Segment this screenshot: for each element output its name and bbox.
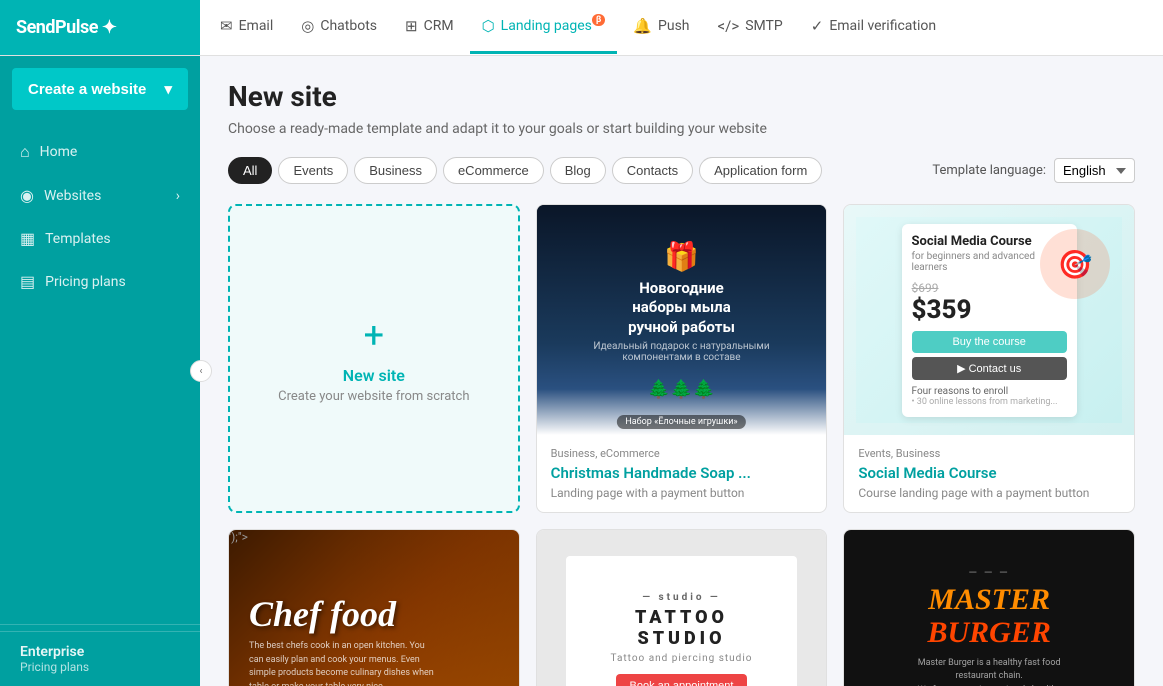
template-thumbnail-social: 🎯 Social Media Course for beginners and … (844, 205, 1134, 435)
template-name-christmas: Christmas Handmade Soap ... (551, 464, 813, 482)
nav-item-crm[interactable]: ⊞ CRM (393, 1, 466, 54)
email-nav-icon: ✉ (220, 17, 233, 35)
template-desc-social: Course landing page with a payment butto… (858, 486, 1120, 500)
top-nav: SendPulse ✦ ✉ Email ◎ Chatbots ⊞ CRM ⬡ L… (0, 0, 1163, 56)
sidebar-item-pricing[interactable]: ▤ Pricing plans (0, 260, 200, 303)
new-site-subtitle: Create your website from scratch (278, 389, 469, 404)
template-desc-christmas: Landing page with a payment button (551, 486, 813, 500)
template-card-chef-food[interactable]: ');"> Chef food The best chefs cook in a… (228, 529, 520, 686)
template-language-label: Template language: (932, 163, 1046, 178)
page-title: New site (228, 80, 1135, 113)
pricing-icon: ▤ (20, 272, 35, 291)
template-card-tattoo[interactable]: — studio — TATTOO STUDIO Tattoo and pier… (536, 529, 828, 686)
template-language-selector: Template language: English Russian Spani… (932, 158, 1135, 183)
new-site-title: New site (343, 366, 405, 385)
template-card-burger[interactable]: — — — MasterBURGER Master Burger is a he… (843, 529, 1135, 686)
template-card-christmas-soap[interactable]: 🎁 Новогодниенаборы мыларучной работы Иде… (536, 204, 828, 513)
nav-item-email[interactable]: ✉ Email (208, 1, 285, 54)
chevron-right-icon: › (176, 188, 180, 204)
nav-item-landing-pages[interactable]: ⬡ Landing pages β (470, 1, 618, 54)
nav-item-smtp[interactable]: </> SMTP (706, 1, 795, 54)
create-website-button[interactable]: Create a website ▾ (12, 68, 188, 110)
filter-ecommerce[interactable]: eCommerce (443, 157, 544, 184)
language-select[interactable]: English Russian Spanish French German (1054, 158, 1135, 183)
logo-text: SendPulse ✦ (16, 17, 117, 38)
filter-events[interactable]: Events (278, 157, 348, 184)
smtp-nav-icon: </> (718, 17, 740, 35)
main-layout: Create a website ▾ ⌂ Home ◉ Websites › ▦… (0, 56, 1163, 686)
plus-icon: + (364, 314, 384, 356)
templates-icon: ▦ (20, 229, 35, 248)
beta-badge: β (592, 14, 605, 26)
home-icon: ⌂ (20, 142, 30, 162)
sidebar-nav: ⌂ Home ◉ Websites › ▦ Templates ▤ Pricin… (0, 122, 200, 624)
nav-menu: ✉ Email ◎ Chatbots ⊞ CRM ⬡ Landing pages… (208, 1, 948, 54)
sidebar-item-websites[interactable]: ◉ Websites › (0, 174, 200, 217)
template-tags-christmas: Business, eCommerce (551, 447, 813, 460)
template-thumbnail-burger: — — — MasterBURGER Master Burger is a he… (844, 530, 1134, 686)
email-verification-nav-icon: ✓ (811, 17, 824, 35)
filter-tags: All Events Business eCommerce Blog Conta… (228, 157, 822, 184)
landing-nav-icon: ⬡ (482, 17, 495, 35)
filter-blog[interactable]: Blog (550, 157, 606, 184)
filter-application-form[interactable]: Application form (699, 157, 822, 184)
chatbots-nav-icon: ◎ (301, 17, 314, 35)
template-thumbnail-christmas: 🎁 Новогодниенаборы мыларучной работы Иде… (537, 205, 827, 435)
nav-item-email-verification[interactable]: ✓ Email verification (799, 1, 948, 54)
template-thumbnail-tattoo: — studio — TATTOO STUDIO Tattoo and pier… (537, 530, 827, 686)
push-nav-icon: 🔔 (633, 17, 652, 35)
websites-icon: ◉ (20, 186, 34, 205)
page-subtitle: Choose a ready-made template and adapt i… (228, 121, 1135, 137)
template-card-social-media[interactable]: 🎯 Social Media Course for beginners and … (843, 204, 1135, 513)
new-site-card[interactable]: + New site Create your website from scra… (228, 204, 520, 513)
templates-grid: + New site Create your website from scra… (228, 204, 1135, 686)
content-area: New site Choose a ready-made template an… (200, 56, 1163, 686)
sidebar-bottom: Enterprise Pricing plans (0, 631, 200, 686)
crm-nav-icon: ⊞ (405, 17, 418, 35)
template-info-christmas: Business, eCommerce Christmas Handmade S… (537, 435, 827, 512)
template-name-social: Social Media Course (858, 464, 1120, 482)
filter-contacts[interactable]: Contacts (612, 157, 693, 184)
sidebar: Create a website ▾ ⌂ Home ◉ Websites › ▦… (0, 56, 200, 686)
filter-business[interactable]: Business (354, 157, 437, 184)
filter-bar: All Events Business eCommerce Blog Conta… (228, 157, 1135, 184)
nav-item-chatbots[interactable]: ◎ Chatbots (289, 1, 389, 54)
template-thumbnail-chef: ');"> Chef food The best chefs cook in a… (229, 530, 519, 686)
sidebar-item-templates[interactable]: ▦ Templates (0, 217, 200, 260)
sidebar-collapse-button[interactable]: ‹ (190, 360, 212, 382)
template-info-social: Events, Business Social Media Course Cou… (844, 435, 1134, 512)
filter-all[interactable]: All (228, 157, 272, 184)
logo[interactable]: SendPulse ✦ (0, 0, 200, 55)
template-tags-social: Events, Business (858, 447, 1120, 460)
chevron-down-icon: ▾ (164, 80, 172, 98)
nav-item-push[interactable]: 🔔 Push (621, 1, 701, 54)
sidebar-item-home[interactable]: ⌂ Home (0, 130, 200, 174)
